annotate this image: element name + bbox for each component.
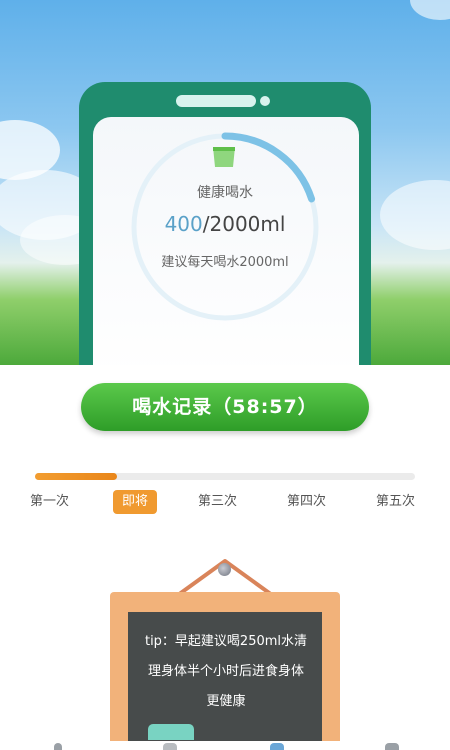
phone-speaker <box>176 95 256 107</box>
step-2-upcoming[interactable]: 即将 <box>113 490 158 514</box>
cloud <box>410 0 450 20</box>
water-record-button[interactable]: 喝水记录（58:57） <box>81 383 369 431</box>
step-3[interactable]: 第三次 <box>198 490 237 514</box>
tab-icon[interactable] <box>54 743 62 750</box>
step-4[interactable]: 第四次 <box>287 490 326 514</box>
cloud <box>380 180 450 250</box>
intake-amount: 400/2000ml <box>125 212 325 236</box>
tip-line: 更健康 <box>206 694 246 709</box>
tab-icon[interactable] <box>270 743 284 750</box>
current-intake: 400 <box>164 212 203 236</box>
tip-line: tip：早起建议喝250ml水清 <box>144 634 308 649</box>
schedule-progress-fill <box>35 473 117 480</box>
bottom-tab-bar <box>0 741 450 750</box>
tip-line: 理身体半个小时后进食身体 <box>147 664 304 679</box>
tab-icon[interactable] <box>163 743 177 750</box>
schedule-progress-bar <box>35 473 415 480</box>
step-5[interactable]: 第五次 <box>376 490 415 514</box>
tip-text: tip：早起建议喝250ml水清 理身体半个小时后进食身体 更健康 <box>134 627 318 717</box>
target-intake: /2000ml <box>202 212 286 236</box>
water-cup-icon <box>213 147 235 167</box>
tab-icon[interactable] <box>385 743 399 750</box>
ring-title: 健康喝水 <box>197 185 253 201</box>
daily-suggestion: 建议每天喝水2000ml <box>161 255 289 270</box>
nail-icon <box>218 563 231 576</box>
chalk-eraser-icon <box>148 724 194 740</box>
phone-camera <box>260 96 270 106</box>
step-1[interactable]: 第一次 <box>30 490 69 514</box>
